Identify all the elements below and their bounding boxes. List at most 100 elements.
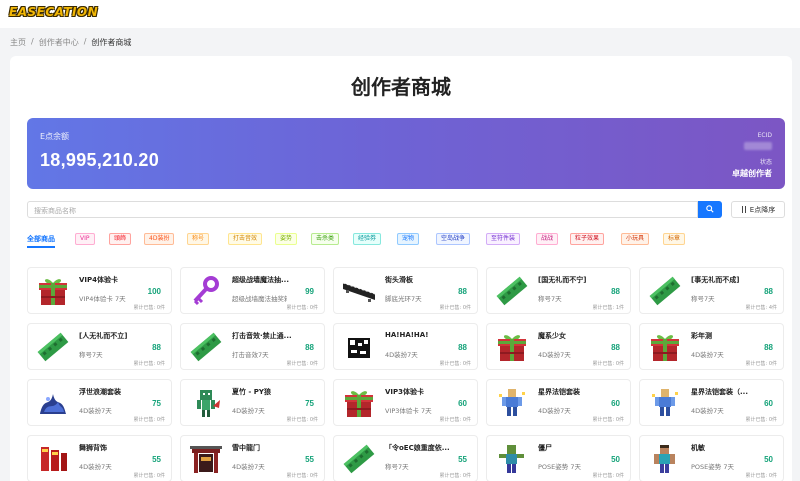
product-description: 4D装扮7天 bbox=[691, 407, 724, 415]
sold-prefix: 累计已售: bbox=[592, 417, 616, 423]
product-card[interactable]: 打击音效·禁止通... 打击音效7天 88 累计已售: 0件 bbox=[180, 323, 325, 370]
product-description: 4D装扮7天 bbox=[232, 463, 265, 471]
sort-button[interactable]: E点降序 bbox=[731, 201, 785, 218]
product-card[interactable]: [事无礼而不成] 称号7天 88 累计已售: 4件 bbox=[639, 267, 784, 314]
wave-costume-icon bbox=[36, 386, 70, 420]
sold-prefix: 累计已售: bbox=[133, 361, 157, 367]
product-name: 雪中龍门 bbox=[232, 444, 260, 452]
product-card[interactable]: 魔系少女 4D装扮7天 88 累计已售: 0件 bbox=[486, 323, 631, 370]
armor-figure-icon bbox=[495, 386, 529, 420]
product-card[interactable]: [国无礼而不宁] 称号7天 88 累计已售: 1件 bbox=[486, 267, 631, 314]
product-sold-count: 累计已售: 0件 bbox=[440, 360, 471, 367]
category-tag[interactable]: 战战 bbox=[536, 233, 559, 245]
sold-prefix: 累计已售: bbox=[592, 305, 616, 311]
product-sold-count: 累计已售: 0件 bbox=[440, 472, 471, 479]
product-price: 88 bbox=[458, 343, 467, 352]
sold-prefix: 累计已售: bbox=[745, 361, 769, 367]
product-sold-count: 累计已售: 0件 bbox=[287, 416, 318, 423]
product-card[interactable]: 浮世浪潮套装 4D装扮7天 75 累计已售: 0件 bbox=[27, 379, 172, 426]
sold-value: 1件 bbox=[615, 305, 624, 311]
product-name: 「令oEC娘重度依... bbox=[385, 444, 450, 452]
product-card[interactable]: 僵尸 POSE姿势 7天 50 累计已售: 0件 bbox=[486, 435, 631, 481]
search-button[interactable] bbox=[698, 201, 722, 218]
product-name: 夏竹 - PY狼 bbox=[232, 388, 271, 396]
tab-all-products[interactable]: 全部商品 bbox=[27, 234, 55, 248]
product-price: 50 bbox=[611, 455, 620, 464]
search-input[interactable]: 搜索商品名称 bbox=[27, 201, 698, 218]
search-icon bbox=[706, 205, 714, 213]
category-tag[interactable]: VIP bbox=[75, 233, 95, 245]
product-card[interactable]: 舞狮背饰 4D装扮7天 55 累计已售: 0件 bbox=[27, 435, 172, 481]
category-tag[interactable]: 姿势 bbox=[275, 233, 298, 245]
product-card[interactable]: 街头滑板 脚底光环7天 88 累计已售: 0件 bbox=[333, 267, 478, 314]
product-sold-count: 累计已售: 0件 bbox=[134, 416, 165, 423]
product-card[interactable]: 彩年测 4D装扮7天 88 累计已售: 0件 bbox=[639, 323, 784, 370]
product-description: 打击音效7天 bbox=[232, 351, 269, 359]
breadcrumb: 主页 / 创作者中心 / 创作者商城 bbox=[10, 37, 131, 48]
product-card[interactable]: HA!HA!HA! 4D装扮7天 88 累计已售: 0件 bbox=[333, 323, 478, 370]
product-description: 脚底光环7天 bbox=[385, 295, 422, 303]
category-tag[interactable]: 宠物 bbox=[397, 233, 420, 245]
product-card[interactable]: 雪中龍门 4D装扮7天 55 累计已售: 0件 bbox=[180, 435, 325, 481]
category-tag[interactable]: 4D装扮 bbox=[144, 233, 175, 245]
product-price: 50 bbox=[764, 455, 773, 464]
category-tag[interactable]: 击杀类 bbox=[311, 233, 340, 245]
product-price: 55 bbox=[305, 455, 314, 464]
product-card[interactable]: 超级战墙魔法抽... 超级战墙魔法抽奖箱 99 累计已售: 0件 bbox=[180, 267, 325, 314]
product-card[interactable]: VIP3体验卡 VIP3体验卡 7天 60 累计已售: 0件 bbox=[333, 379, 478, 426]
sold-value: 0件 bbox=[768, 361, 777, 367]
product-card[interactable]: [人无礼而不立] 称号7天 88 累计已售: 0件 bbox=[27, 323, 172, 370]
product-price: 75 bbox=[152, 399, 161, 408]
category-tag[interactable]: 经验券 bbox=[353, 233, 382, 245]
balance-banner: E点余额 18,995,210.20 ECID 状态 卓越创作者 bbox=[27, 118, 785, 189]
ecid-value-blurred bbox=[744, 142, 772, 150]
breadcrumb-creator-center[interactable]: 创作者中心 bbox=[39, 37, 79, 48]
category-tag[interactable]: 空岛战争 bbox=[436, 233, 471, 245]
product-card[interactable]: 星界法铠套装 4D装扮7天 60 累计已售: 0件 bbox=[486, 379, 631, 426]
product-price: 60 bbox=[764, 399, 773, 408]
sold-value: 0件 bbox=[462, 305, 471, 311]
product-card[interactable]: VIP4体验卡 VIP4体验卡 7天 100 累计已售: 0件 bbox=[27, 267, 172, 314]
product-name: 打击音效·禁止通... bbox=[232, 332, 292, 340]
category-tag[interactable]: 标章 bbox=[663, 233, 686, 245]
steve-figure-icon bbox=[648, 442, 682, 476]
category-tag[interactable]: 打击音效 bbox=[228, 233, 263, 245]
product-card[interactable]: 「令oEC娘重度依... 称号7天 55 累计已售: 0件 bbox=[333, 435, 478, 481]
breadcrumb-home[interactable]: 主页 bbox=[10, 37, 26, 48]
product-sold-count: 累计已售: 0件 bbox=[440, 416, 471, 423]
sold-value: 0件 bbox=[615, 417, 624, 423]
category-tag[interactable]: 小玩具 bbox=[621, 233, 650, 245]
sold-prefix: 累计已售: bbox=[439, 361, 463, 367]
product-description: 4D装扮7天 bbox=[691, 351, 724, 359]
category-tag[interactable]: 頭飾 bbox=[109, 233, 132, 245]
product-description: VIP3体验卡 7天 bbox=[385, 407, 432, 415]
product-sold-count: 累计已售: 0件 bbox=[287, 360, 318, 367]
product-sold-count: 累计已售: 0件 bbox=[593, 472, 624, 479]
product-description: 4D装扮7天 bbox=[79, 463, 112, 471]
product-sold-count: 累计已售: 0件 bbox=[134, 304, 165, 311]
page-title: 创作者商城 bbox=[351, 75, 451, 99]
product-card[interactable]: 星界法铠套装（... 4D装扮7天 60 累计已售: 0件 bbox=[639, 379, 784, 426]
category-filter-bar: 全部商品 VIP 頭飾 4D装扮 称号 打击音效 姿势 击杀类 经验券 宠物 空岛战争 至符件装 战战… bbox=[27, 233, 787, 249]
product-price: 100 bbox=[147, 287, 161, 296]
category-tag[interactable]: 粒子效果 bbox=[570, 233, 605, 245]
product-description: 称号7天 bbox=[691, 295, 715, 303]
product-name: 星界法铠套装（... bbox=[691, 388, 748, 396]
easecation-logo[interactable]: EASECATION bbox=[9, 5, 98, 19]
product-card[interactable]: 机敏 POSE姿势 7天 50 累计已售: 0件 bbox=[639, 435, 784, 481]
product-description: 4D装扮7天 bbox=[79, 407, 112, 415]
category-tag[interactable]: 称号 bbox=[187, 233, 210, 245]
sold-prefix: 累计已售: bbox=[286, 417, 310, 423]
sold-value: 0件 bbox=[156, 361, 165, 367]
product-name: [事无礼而不成] bbox=[691, 276, 740, 284]
sort-icon bbox=[741, 206, 746, 213]
product-price: 88 bbox=[611, 287, 620, 296]
product-name: 浮世浪潮套装 bbox=[79, 388, 121, 396]
wolf-costume-icon bbox=[189, 386, 223, 420]
product-card[interactable]: 夏竹 - PY狼 4D装扮7天 75 累计已售: 0件 bbox=[180, 379, 325, 426]
sold-value: 0件 bbox=[309, 417, 318, 423]
product-name: [国无礼而不宁] bbox=[538, 276, 587, 284]
category-tag[interactable]: 至符件装 bbox=[486, 233, 521, 245]
product-description: 超级战墙魔法抽奖箱 bbox=[232, 295, 287, 303]
product-price: 88 bbox=[764, 287, 773, 296]
